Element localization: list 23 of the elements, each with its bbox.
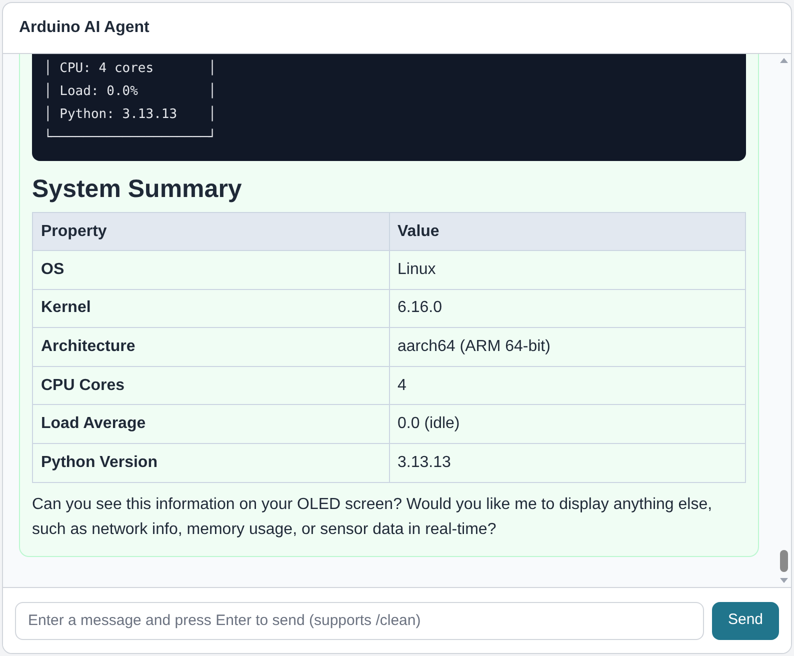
window-title: Arduino AI Agent [19, 18, 150, 38]
table-cell: CPU Cores [32, 366, 389, 405]
table-cell: 3.13.13 [389, 443, 746, 482]
table-cell: Kernel [32, 289, 389, 328]
scroll-down-icon[interactable] [780, 578, 788, 583]
table-cell: 6.16.0 [389, 289, 746, 328]
table-cell: 4 [389, 366, 746, 405]
message-input[interactable]: Enter a message and press Enter to send (supports /clean) [15, 602, 704, 640]
column-header: Property [32, 212, 389, 250]
table-cell: Architecture [32, 328, 389, 366]
section-heading: System Summary [32, 174, 243, 204]
table-cell: aarch64 (ARM 64-bit) [389, 328, 746, 366]
table-cell: Python Version [32, 443, 389, 482]
scroll-up-icon[interactable] [780, 58, 788, 63]
code-block: │ CPU: 4 cores │ │ Load: 0.0% │ │ Python: 3.13.13 │ └────────────────────┘ [32, 54, 746, 161]
table-cell: OS [32, 250, 389, 290]
table-cell: Load Average [32, 404, 389, 444]
column-header: Value [389, 212, 746, 250]
send-button[interactable]: Send [712, 602, 779, 640]
table-cell: 0.0 (idle) [389, 404, 746, 444]
table-cell: Linux [389, 250, 746, 290]
message-text: Can you see this information on your OLED screen? Would you like me to display anything else, such as network info, memory usage, or sensor data in real-time? [32, 494, 714, 540]
scrollbar-thumb[interactable] [780, 550, 788, 572]
